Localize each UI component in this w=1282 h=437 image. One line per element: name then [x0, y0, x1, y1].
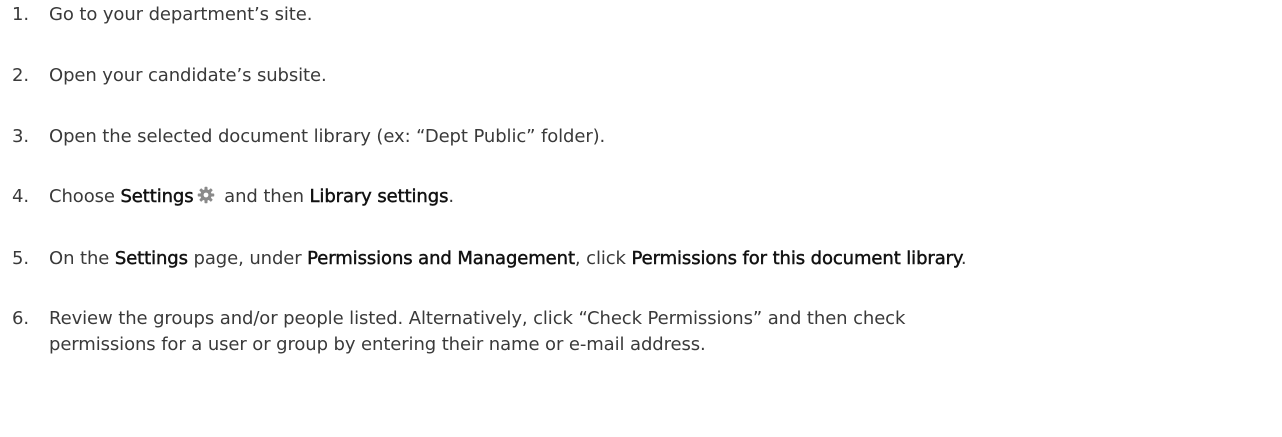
settings-label: Settings [120, 186, 194, 207]
step-text: Choose Settings and then Library setting… [49, 184, 454, 210]
instructions-document: 1. Go to your department’s site. 2. Open… [0, 0, 1282, 437]
step-number: 6. [12, 308, 29, 329]
step-text-line-2: permissions for a user or group by enter… [49, 334, 706, 355]
step-text-suffix: . [960, 248, 967, 269]
gear-icon [197, 186, 215, 204]
library-settings-label: Library settings [309, 186, 449, 207]
step-text-middle: and then [218, 186, 310, 207]
permissions-management-label: Permissions and Management [307, 248, 575, 269]
step-text: On the Settings page, under Permissions … [49, 246, 967, 272]
step-5: 5. On the Settings page, under Permissio… [12, 246, 967, 272]
step-text: Open your candidate’s subsite. [49, 65, 327, 86]
step-text-suffix: . [448, 186, 454, 207]
step-text-prefix: Choose [49, 186, 121, 207]
step-text-middle-2: , click [574, 248, 632, 269]
step-number: 5. [12, 248, 29, 269]
step-text-prefix: On the [49, 248, 115, 269]
permissions-for-library-label: Permissions for this document library [631, 248, 961, 269]
step-text: Go to your department’s site. [49, 4, 313, 25]
step-6: 6. Review the groups and/or people liste… [12, 306, 905, 358]
step-1: 1. Go to your department’s site. [12, 2, 312, 28]
step-4: 4. Choose Settings and then Library sett… [12, 184, 454, 210]
step-3: 3. Open the selected document library (e… [12, 124, 605, 150]
step-text-middle-1: page, under [187, 248, 308, 269]
step-number: 1. [12, 4, 29, 25]
step-number: 4. [12, 186, 29, 207]
step-text: Review the groups and/or people listed. … [49, 306, 905, 358]
step-number: 3. [12, 126, 29, 147]
step-text-line-1: Review the groups and/or people listed. … [49, 308, 906, 329]
step-number: 2. [12, 65, 29, 86]
step-2: 2. Open your candidate’s subsite. [12, 63, 327, 89]
step-text: Open the selected document library (ex: … [49, 126, 606, 147]
settings-label: Settings [114, 248, 189, 269]
